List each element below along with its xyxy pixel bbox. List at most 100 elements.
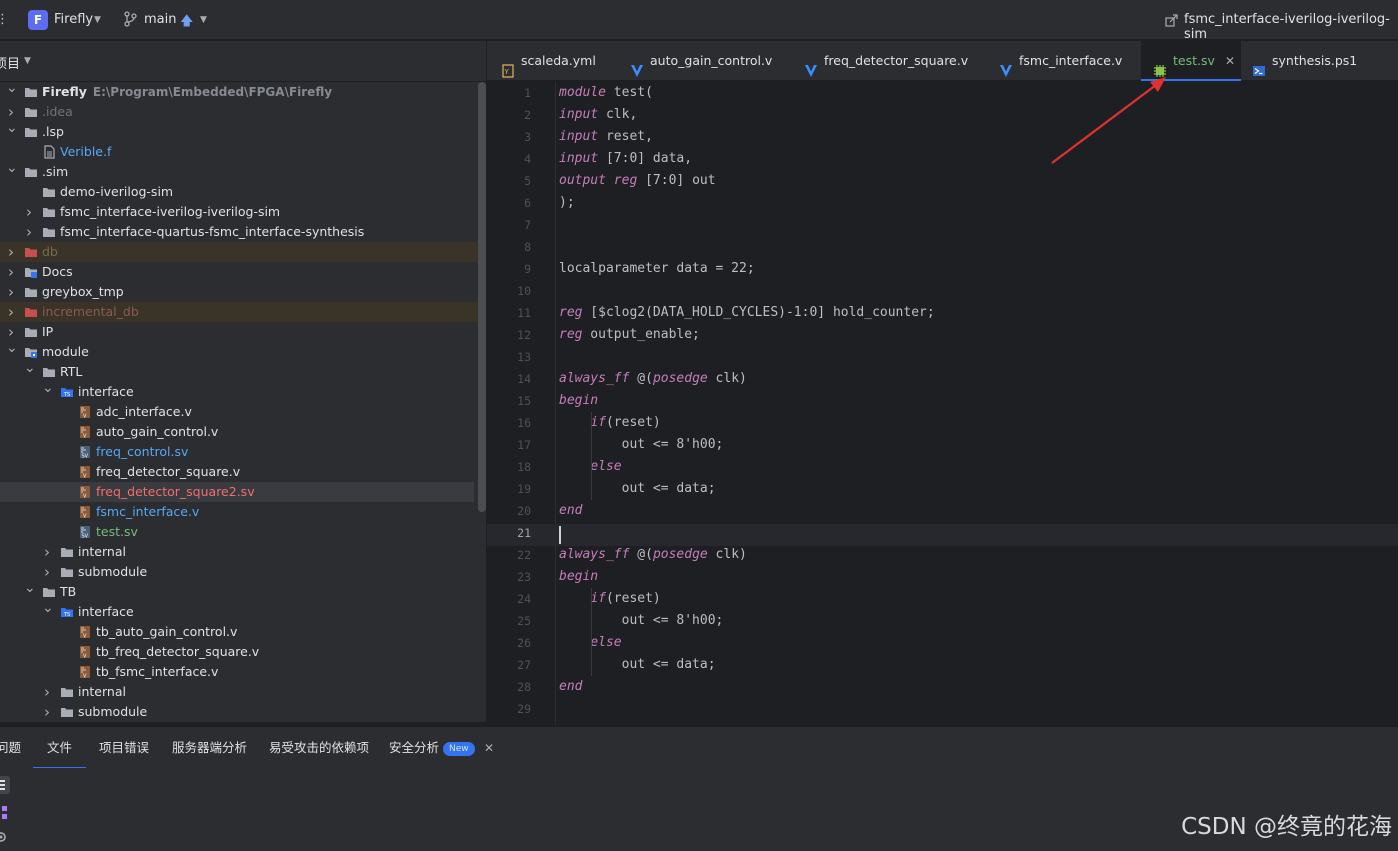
chevron-right-icon[interactable]: › bbox=[24, 222, 34, 242]
tree-item[interactable]: › .idea bbox=[0, 102, 474, 122]
bottom-tab[interactable]: 易受攻击的依赖项 bbox=[269, 727, 369, 769]
tree-item[interactable]: Vtb_fsmc_interface.v bbox=[0, 662, 474, 682]
code-line[interactable]: if(reset) bbox=[559, 588, 660, 610]
grid-icon[interactable] bbox=[0, 804, 10, 822]
run-configuration[interactable]: fsmc_interface-iverilog-iverilog-sim bbox=[1184, 12, 1398, 42]
tree-item[interactable]: ⌄ module bbox=[0, 340, 474, 362]
project-panel-title[interactable]: 项目 bbox=[0, 53, 20, 72]
code-line[interactable]: output reg [7:0] out bbox=[559, 170, 716, 192]
push-arrow-icon[interactable]: 🡅 bbox=[180, 12, 193, 34]
tree-item[interactable]: ⌄ .sim bbox=[0, 160, 474, 182]
close-icon[interactable]: ✕ bbox=[484, 727, 494, 769]
code-line[interactable]: out <= 8'h00; bbox=[559, 434, 724, 456]
tree-scrollbar[interactable] bbox=[478, 82, 486, 512]
chevron-down-icon[interactable]: ⌄ bbox=[24, 578, 36, 598]
code-line[interactable]: always_ff @(posedge clk) bbox=[559, 368, 747, 390]
bottom-tab[interactable]: 安全分析 New bbox=[389, 727, 475, 769]
tree-item[interactable]: SV freq_control.sv bbox=[0, 442, 474, 462]
code-line[interactable]: ); bbox=[559, 192, 575, 214]
project-badge[interactable]: F bbox=[28, 10, 48, 30]
code-line[interactable]: end bbox=[559, 500, 582, 522]
chevron-down-icon[interactable]: ⌄ bbox=[42, 378, 54, 398]
settings-icon[interactable] bbox=[0, 828, 10, 846]
code-line[interactable]: module test( bbox=[559, 82, 653, 104]
editor-tab[interactable]: auto_gain_control.v bbox=[630, 41, 790, 81]
tree-item[interactable]: Vadc_interface.v bbox=[0, 402, 474, 422]
editor-tab[interactable]: synthesis.ps1 bbox=[1252, 41, 1362, 81]
chevron-down-icon[interactable]: ⌄ bbox=[24, 358, 36, 378]
tree-item[interactable]: Vfsmc_interface.v bbox=[0, 502, 474, 522]
tree-item[interactable]: › submodule bbox=[0, 562, 474, 582]
code-line[interactable]: reg [$clog2(DATA_HOLD_CYCLES)-1:0] hold_… bbox=[559, 302, 935, 324]
tree-item[interactable]: › greybox_tmp bbox=[0, 282, 474, 302]
editor-tab[interactable]: Yscaleda.yml bbox=[501, 41, 616, 81]
tree-item[interactable]: › fsmc_interface-quartus-fsmc_interface-s… bbox=[0, 222, 474, 242]
chevron-right-icon[interactable]: › bbox=[24, 202, 34, 222]
chevron-right-icon[interactable]: › bbox=[6, 262, 16, 282]
tree-item[interactable]: › incremental_db bbox=[0, 302, 486, 322]
code-line[interactable]: out <= data; bbox=[559, 654, 716, 676]
code-editor[interactable]: 1 2 3 4 5 6 7 8 9 10 11 12 13 14 15 16 17 18 19 20 21 22 23 24 2… bbox=[487, 82, 1398, 725]
tree-item[interactable]: ⌄ TB bbox=[0, 580, 474, 602]
main-menu-icon[interactable]: ⋮ bbox=[0, 12, 9, 28]
chevron-right-icon[interactable]: › bbox=[42, 702, 52, 722]
code-line[interactable]: reg output_enable; bbox=[559, 324, 700, 346]
toolbar-icon[interactable] bbox=[0, 776, 10, 794]
code-line[interactable]: out <= data; bbox=[559, 478, 716, 500]
code-line[interactable]: begin bbox=[559, 566, 598, 588]
bottom-tab[interactable]: 服务器端分析 bbox=[172, 727, 247, 769]
code-line[interactable]: input reset, bbox=[559, 126, 653, 148]
code-line[interactable]: input clk, bbox=[559, 104, 637, 126]
chevron-down-icon[interactable]: ▼ bbox=[24, 56, 31, 66]
tree-item[interactable]: ⌄ .lsp bbox=[0, 120, 474, 142]
tree-item[interactable]: › fsmc_interface-iverilog-iverilog-sim bbox=[0, 202, 474, 222]
code-line[interactable]: localparameter data = 22; bbox=[559, 258, 755, 280]
tree-item[interactable]: Vtb_auto_gain_control.v bbox=[0, 622, 474, 642]
git-branch-icon[interactable] bbox=[123, 11, 137, 27]
tree-item[interactable]: › IP bbox=[0, 322, 474, 342]
code-line[interactable]: always_ff @(posedge clk) bbox=[559, 544, 747, 566]
chevron-down-icon[interactable]: ⌄ bbox=[6, 158, 18, 178]
chevron-right-icon[interactable]: › bbox=[42, 562, 52, 582]
chevron-down-icon[interactable]: ▼ bbox=[94, 15, 101, 25]
code-line[interactable]: if(reset) bbox=[559, 412, 660, 434]
chevron-down-icon[interactable]: ▼ bbox=[200, 15, 207, 25]
code-line[interactable]: input [7:0] data, bbox=[559, 148, 692, 170]
tree-item[interactable]: ⌄ TS interface bbox=[0, 600, 474, 622]
tree-item[interactable]: › Docs bbox=[0, 262, 474, 282]
editor-tab[interactable]: freq_detector_square.v bbox=[804, 41, 984, 81]
tree-item[interactable]: › internal bbox=[0, 682, 474, 702]
chevron-down-icon[interactable]: ⌄ bbox=[6, 118, 18, 138]
chevron-down-icon[interactable]: ⌄ bbox=[6, 338, 18, 358]
tree-item[interactable]: ⌄ RTL bbox=[0, 360, 474, 382]
tree-item[interactable]: › db bbox=[0, 242, 486, 262]
project-name[interactable]: Firefly bbox=[54, 12, 93, 27]
branch-name[interactable]: main bbox=[144, 12, 176, 27]
bottom-tab[interactable]: 问题 bbox=[0, 727, 21, 769]
code-line[interactable]: end bbox=[559, 676, 582, 698]
tree-item[interactable]: demo-iverilog-sim bbox=[0, 182, 474, 202]
bottom-tab[interactable]: 文件 bbox=[33, 727, 87, 769]
code-line[interactable]: out <= 8'h00; bbox=[559, 610, 724, 632]
tree-item[interactable]: Vfreq_detector_square2.sv bbox=[0, 482, 474, 502]
tree-item[interactable]: Vfreq_detector_square.v bbox=[0, 462, 474, 482]
tree-item[interactable]: Verible.f bbox=[0, 142, 474, 162]
verilog-file-icon: V bbox=[78, 465, 92, 480]
tree-item[interactable]: ⌄ Firefly E:\Program\Embedded\FPGA\Firefly bbox=[0, 82, 474, 102]
chevron-right-icon[interactable]: › bbox=[6, 242, 16, 262]
close-icon[interactable]: ✕ bbox=[1225, 41, 1235, 81]
tree-item[interactable]: › internal bbox=[0, 542, 474, 562]
chevron-right-icon[interactable]: › bbox=[42, 542, 52, 562]
tree-item[interactable]: Vauto_gain_control.v bbox=[0, 422, 474, 442]
chevron-down-icon[interactable]: ⌄ bbox=[6, 82, 18, 98]
bottom-tab[interactable]: 项目错误 bbox=[99, 727, 149, 769]
tree-item[interactable]: › submodule bbox=[0, 702, 474, 722]
chevron-right-icon[interactable]: › bbox=[6, 282, 16, 302]
tree-item[interactable]: ⌄ TS interface bbox=[0, 380, 474, 402]
tree-item[interactable]: SV test.sv bbox=[0, 522, 474, 542]
code-line[interactable]: begin bbox=[559, 390, 598, 412]
chevron-down-icon[interactable]: ⌄ bbox=[42, 598, 54, 618]
chevron-right-icon[interactable]: › bbox=[42, 682, 52, 702]
chevron-right-icon[interactable]: › bbox=[6, 302, 16, 322]
tree-item[interactable]: Vtb_freq_detector_square.v bbox=[0, 642, 474, 662]
